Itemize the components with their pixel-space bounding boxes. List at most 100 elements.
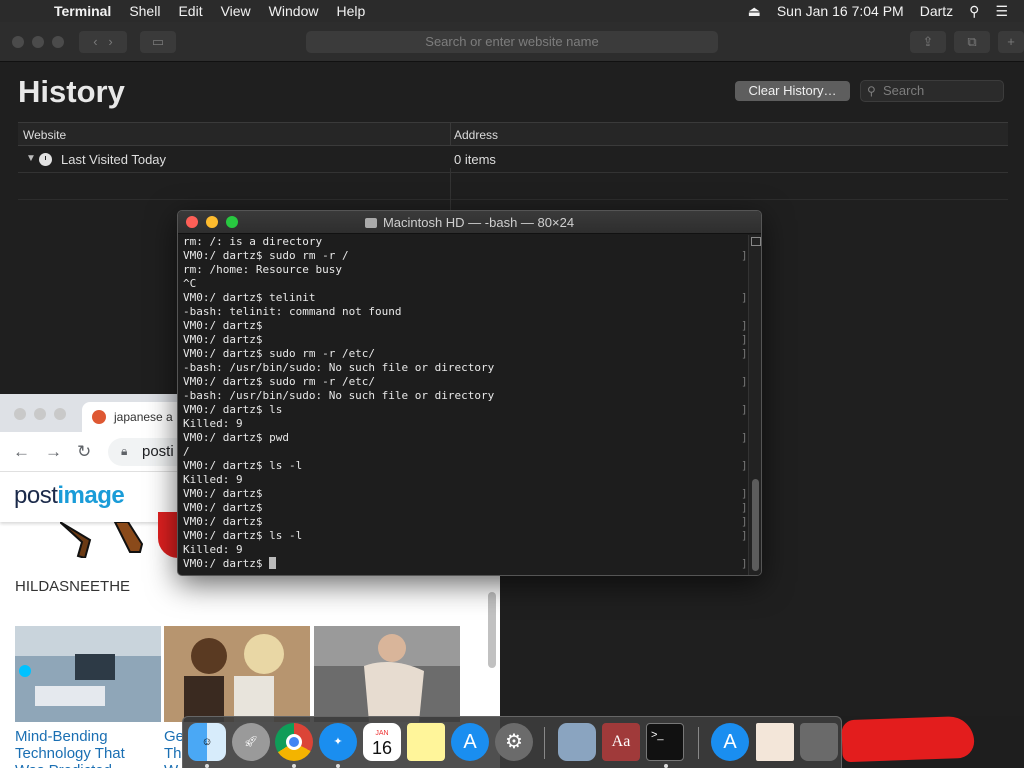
chrome-scrollbar[interactable] (488, 592, 496, 668)
prompt-mark: ] (741, 557, 748, 570)
terminal-title-bar[interactable]: Macintosh HD — -bash — 80×24 (178, 211, 761, 234)
search-icon: ⚲ (867, 84, 876, 98)
terminal-line: rm: /home: Resource busy (183, 263, 342, 276)
safari-close-button[interactable] (12, 36, 24, 48)
thumbnail-technology[interactable] (15, 626, 161, 722)
safari-toolbar: ‹ › ▭ Search or enter website name ⇪ ⧉ + (0, 22, 1024, 62)
launchpad-icon[interactable]: 🚀︎ (232, 723, 270, 761)
postimage-logo[interactable]: postimage (0, 472, 178, 522)
column-address[interactable]: Address (454, 128, 498, 142)
logo-part-1: post (14, 482, 58, 509)
clear-history-button[interactable]: Clear History… (735, 81, 850, 101)
omnibox-url: posti (142, 443, 174, 460)
column-website[interactable]: Website (23, 128, 66, 142)
terminal-line: VM0:/ dartz$ (183, 501, 263, 514)
terminal-line: VM0:/ dartz$ ls -l (183, 529, 303, 542)
chrome-close-button[interactable] (14, 408, 26, 420)
back-forward-buttons[interactable]: ‹ › (79, 31, 127, 53)
calendar-icon[interactable]: JAN 16 (363, 723, 401, 761)
menu-view[interactable]: View (221, 3, 251, 19)
terminal-icon[interactable]: >_ (646, 723, 684, 761)
terminal-window: Macintosh HD — -bash — 80×24 rm: /: is a… (177, 210, 762, 576)
menu-help[interactable]: Help (336, 3, 365, 19)
trash-icon[interactable] (800, 723, 838, 761)
thumbnail-people[interactable] (164, 626, 310, 722)
terminal-line: VM0:/ dartz$ sudo rm -r /etc/ (183, 375, 376, 388)
dock-separator (544, 727, 545, 759)
disclosure-triangle-icon[interactable]: ▼ (26, 153, 36, 164)
history-search-placeholder: Search (883, 83, 925, 98)
terminal-line: rm: /: is a directory (183, 235, 323, 248)
forward-arrow-icon[interactable]: → (45, 442, 62, 462)
menu-window[interactable]: Window (269, 3, 319, 19)
terminal-scroll-thumb[interactable] (752, 479, 759, 571)
preview-icon[interactable] (558, 723, 596, 761)
dictionary-icon[interactable]: Aa (602, 723, 640, 761)
logo-part-2: image (57, 482, 125, 509)
menu-edit[interactable]: Edit (178, 3, 202, 19)
address-bar[interactable]: Search or enter website name (306, 31, 718, 53)
running-indicator-terminal (664, 764, 668, 768)
terminal-line: VM0:/ dartz$ (183, 487, 263, 500)
share-icon[interactable]: ⇪ (910, 31, 946, 53)
terminal-line: VM0:/ dartz$ (183, 333, 263, 346)
system-preferences-icon[interactable]: ⚙ (495, 723, 533, 761)
tabs-overview-icon[interactable]: ⧉ (954, 31, 990, 53)
menu-bar: Terminal Shell Edit View Window Help ⏏ S… (0, 0, 1024, 22)
menu-user[interactable]: Dartz (920, 3, 953, 19)
app-store-icon[interactable]: A (451, 723, 489, 761)
running-indicator (205, 764, 209, 768)
lock-icon: 🔒︎ (121, 444, 128, 458)
terminal-line: -bash: /usr/bin/sudo: No such file or di… (183, 361, 495, 374)
prompt-mark: ] (741, 403, 748, 416)
red-graphic (158, 512, 178, 558)
safari-icon[interactable]: ✦ (319, 723, 357, 761)
eject-icon[interactable]: ⏏ (748, 3, 761, 20)
prompt-mark: ] (741, 333, 748, 346)
history-search-input[interactable]: ⚲ Search (860, 80, 1004, 102)
back-arrow-icon[interactable]: ← (13, 442, 30, 462)
prompt-mark: ] (741, 515, 748, 528)
safari-zoom-button[interactable] (52, 36, 64, 48)
terminal-cursor (269, 557, 277, 569)
menu-clock[interactable]: Sun Jan 16 7:04 PM (777, 3, 904, 19)
notes-icon[interactable] (407, 723, 445, 761)
prompt-mark: ] (741, 459, 748, 472)
notification-center-icon[interactable]: ☰ (995, 3, 1008, 20)
terminal-line: VM0:/ dartz$ telinit (183, 291, 316, 304)
prompt-mark: ] (741, 501, 748, 514)
prompt-mark: ] (741, 319, 748, 332)
thumbnail-woman[interactable] (314, 626, 460, 722)
dock-separator-2 (698, 727, 699, 759)
article-caption-2[interactable]: Ge Th W (164, 728, 184, 768)
chrome-zoom-button[interactable] (54, 408, 66, 420)
terminal-line: VM0:/ dartz$ (183, 319, 263, 332)
history-group-label: Last Visited Today (61, 152, 167, 167)
red-scribble (841, 715, 975, 763)
chrome-tab-label: japanese a (114, 410, 173, 424)
spotlight-icon[interactable]: ⚲ (969, 3, 979, 20)
clock-icon (39, 153, 52, 166)
terminal-scrollbar[interactable] (748, 235, 761, 575)
new-tab-icon[interactable]: + (998, 31, 1024, 53)
safari-minimize-button[interactable] (32, 36, 44, 48)
split-pane-icon[interactable] (751, 237, 761, 246)
menu-app-terminal[interactable]: Terminal (54, 3, 111, 19)
terminal-line: / (183, 445, 190, 458)
chrome-minimize-button[interactable] (34, 408, 46, 420)
history-table-header: Website Address (18, 122, 1008, 146)
article-caption[interactable]: Mind-Bending Technology That Was Predict… (15, 728, 125, 768)
terminal-line: VM0:/ dartz$ (183, 515, 263, 528)
sidebar-icon[interactable]: ▭ (140, 31, 176, 53)
app-store-downloads-icon[interactable]: A (711, 723, 749, 761)
reload-icon[interactable]: ↻ (77, 442, 91, 462)
terminal-output[interactable]: rm: /: is a directory VM0:/ dartz$ sudo r… (183, 235, 743, 571)
terminal-line: VM0:/ dartz$ ls -l (183, 459, 303, 472)
chrome-icon[interactable] (275, 723, 313, 761)
history-row[interactable]: ▼ Last Visited Today 0 items (18, 147, 1008, 173)
image-file-icon[interactable] (756, 723, 794, 761)
running-indicator-chrome (292, 764, 296, 768)
finder-icon[interactable]: ☺ (188, 723, 226, 761)
prompt-mark: ] (741, 291, 748, 304)
menu-shell[interactable]: Shell (129, 3, 160, 19)
